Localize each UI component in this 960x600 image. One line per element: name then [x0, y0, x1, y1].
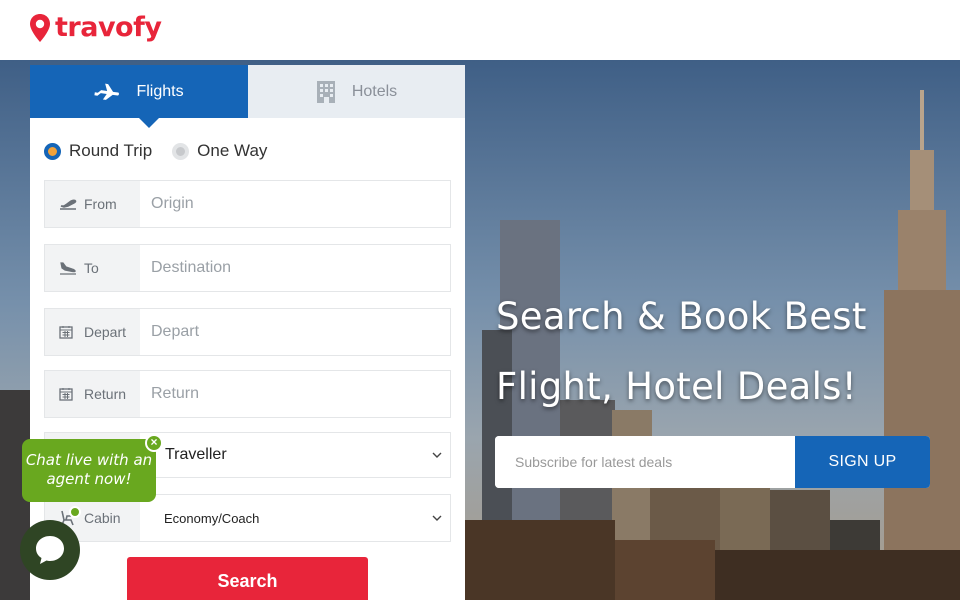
subscribe-form: SIGN UP [495, 436, 930, 488]
to-label: To [45, 245, 140, 291]
depart-label-text: Depart [84, 324, 127, 340]
cabin-value: Economy/Coach [164, 510, 260, 526]
cabin-label-text: Cabin [84, 510, 121, 526]
site-header: travofy [0, 0, 960, 60]
chat-invite-bubble[interactable]: Chat live with an agent now! [22, 439, 156, 502]
headline-line-1: Search & Book Best [496, 295, 867, 338]
chevron-down-icon [432, 452, 442, 458]
takeoff-icon [59, 197, 79, 211]
radio-round-trip[interactable]: Round Trip [44, 141, 152, 161]
landing-icon [59, 261, 79, 275]
chat-launcher-button[interactable] [20, 520, 80, 580]
return-field: Return [44, 370, 451, 418]
calendar-icon [59, 387, 79, 401]
depart-field: Depart [44, 308, 451, 356]
tab-flights[interactable]: Flights [30, 65, 248, 128]
chat-close-button[interactable]: × [145, 434, 163, 452]
search-panel: Flights Hotels Round Trip One Way From O… [30, 65, 465, 600]
trip-type-selector: Round Trip One Way [44, 141, 287, 161]
return-label-text: Return [84, 386, 127, 402]
hero-headline: Search & Book Best Flight, Hotel Deals! [496, 282, 936, 422]
search-button[interactable]: Search [127, 557, 368, 600]
depart-date-input[interactable] [140, 309, 450, 355]
signup-button[interactable]: SIGN UP [795, 436, 930, 488]
chat-invite-line-2: agent now! [46, 470, 132, 488]
calendar-icon [59, 325, 79, 339]
from-label-text: From [84, 196, 117, 212]
chevron-down-icon [432, 515, 442, 521]
radio-one-way[interactable]: One Way [172, 141, 267, 161]
chat-bubble-tail [69, 506, 81, 518]
logo[interactable]: travofy [29, 12, 162, 43]
cabin-select[interactable]: Economy/Coach [140, 495, 450, 541]
subscribe-email-input[interactable] [495, 436, 795, 488]
airplane-icon [94, 83, 120, 101]
chat-icon [36, 536, 64, 564]
search-tabs: Flights Hotels [30, 65, 465, 128]
chat-invite-line-1: Chat live with an [25, 451, 153, 469]
headline-line-2: Flight, Hotel Deals! [496, 365, 857, 408]
tab-hotels-label: Hotels [351, 82, 398, 100]
tab-flights-label: Flights [136, 82, 184, 100]
to-label-text: To [84, 260, 99, 276]
brand-name: travofy [55, 12, 162, 43]
radio-one-way-label: One Way [197, 141, 268, 160]
from-field: From [44, 180, 451, 228]
destination-input[interactable] [140, 245, 450, 291]
traveller-value: Traveller [165, 446, 227, 463]
to-field: To [44, 244, 451, 292]
origin-input[interactable] [140, 181, 450, 227]
return-date-input[interactable] [140, 371, 450, 417]
building-icon [316, 80, 336, 104]
traveller-select[interactable]: Traveller [140, 433, 450, 477]
tab-hotels[interactable]: Hotels [248, 65, 465, 118]
radio-unselected-icon [172, 142, 190, 160]
radio-selected-icon [44, 142, 61, 160]
depart-label: Depart [45, 309, 140, 355]
return-label: Return [45, 371, 140, 417]
from-label: From [45, 181, 140, 227]
radio-round-trip-label: Round Trip [69, 141, 153, 160]
location-pin-icon [30, 13, 50, 42]
